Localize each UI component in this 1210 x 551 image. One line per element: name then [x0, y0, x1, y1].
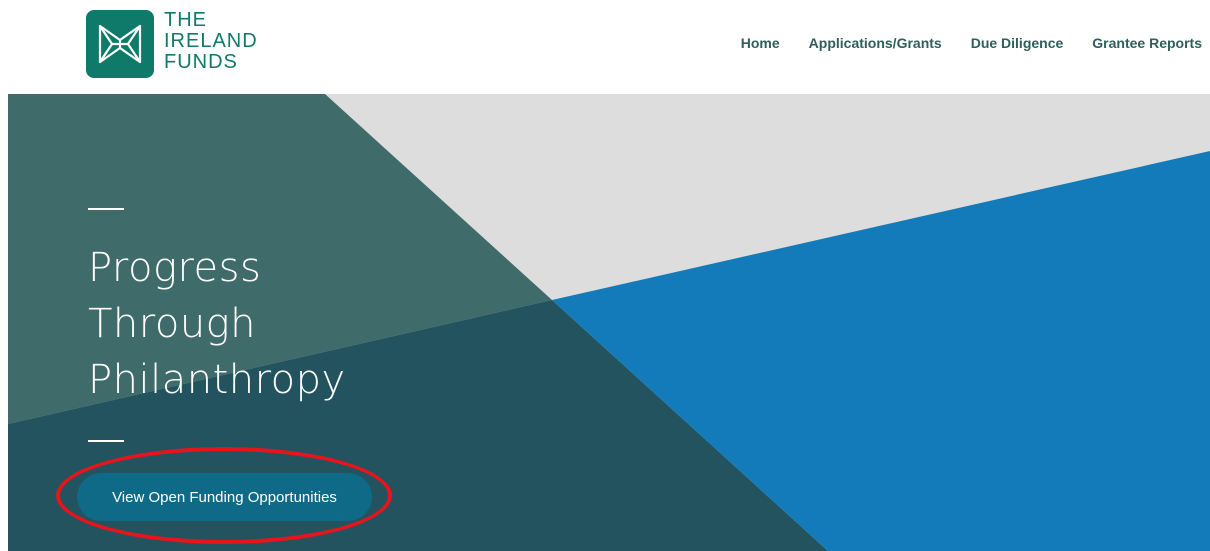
hero-divider-top — [88, 208, 124, 210]
logo-line-3: FUNDS — [164, 51, 238, 73]
view-funding-opportunities-button[interactable]: View Open Funding Opportunities — [77, 473, 372, 521]
hero-title-line: Philanthropy — [88, 357, 346, 403]
nav-grantee-reports[interactable]: Grantee Reports — [1092, 35, 1202, 51]
main-nav: Home Applications/Grants Due Diligence G… — [712, 35, 1202, 51]
hero-title: Progress Through Philanthropy — [88, 240, 346, 408]
hero-divider-bottom — [88, 440, 124, 442]
site-logo[interactable]: THE IRELAND FUNDS — [86, 10, 282, 80]
hero-banner: Progress Through Philanthropy View Open … — [8, 94, 1210, 551]
nav-home[interactable]: Home — [741, 35, 780, 51]
logo-line-2: IRELAND — [164, 30, 258, 52]
site-header: THE IRELAND FUNDS Home Applications/Gran… — [0, 0, 1210, 92]
logo-line-1: THE — [164, 9, 207, 31]
hero-title-line: Through — [88, 301, 257, 347]
nav-due-diligence[interactable]: Due Diligence — [971, 35, 1064, 51]
hero-title-line: Progress — [88, 245, 262, 291]
shamrock-emblem-icon — [86, 10, 154, 78]
nav-applications-grants[interactable]: Applications/Grants — [809, 35, 942, 51]
logo-wordmark: THE IRELAND FUNDS — [164, 10, 258, 73]
